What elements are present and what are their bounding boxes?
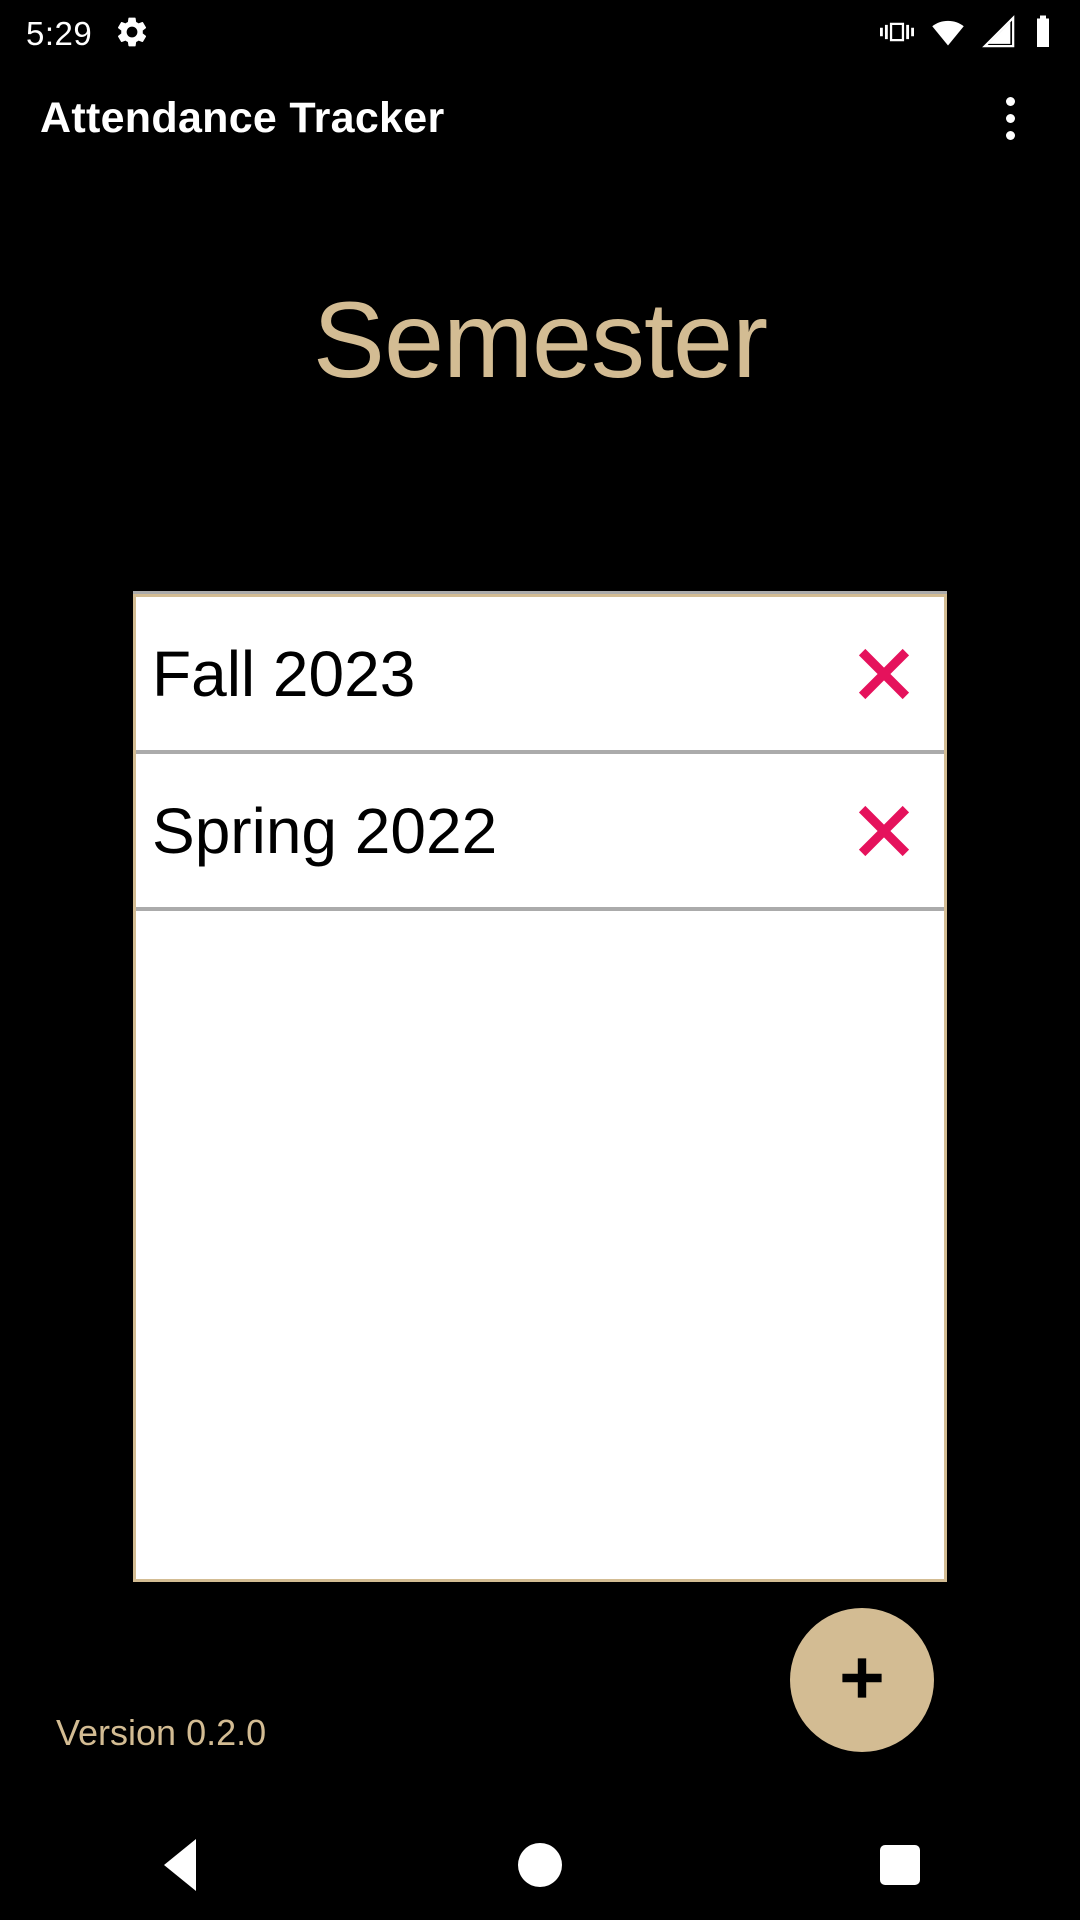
wifi-icon <box>930 14 966 55</box>
nav-recents-button[interactable] <box>825 1810 975 1920</box>
status-bar-right-icons <box>880 14 1054 55</box>
settings-gear-icon <box>114 14 150 55</box>
battery-icon <box>1032 14 1054 55</box>
nav-home-button[interactable] <box>465 1810 615 1920</box>
vibrate-mode-icon <box>880 15 914 54</box>
x-close-icon[interactable] <box>824 752 944 909</box>
navigation-bar <box>0 1810 1080 1920</box>
semester-name-label: Fall 2023 <box>152 637 416 710</box>
recents-square-icon <box>880 1845 920 1885</box>
home-circle-icon <box>518 1843 562 1887</box>
add-semester-button[interactable] <box>790 1608 934 1752</box>
nav-back-button[interactable] <box>105 1810 255 1920</box>
app-bar: Attendance Tracker <box>0 68 1080 168</box>
status-bar-left-icons <box>114 14 150 55</box>
list-item[interactable]: Spring 2022 <box>136 754 944 911</box>
back-triangle-icon <box>164 1839 196 1891</box>
list-item[interactable]: Fall 2023 <box>136 597 944 754</box>
semester-list: Fall 2023 Spring 2022 <box>133 594 947 1582</box>
app-bar-title: Attendance Tracker <box>40 93 445 142</box>
semester-name-label: Spring 2022 <box>152 794 498 867</box>
status-bar: 5:29 <box>0 0 1080 68</box>
overflow-dot <box>1005 130 1015 140</box>
app-screen: 5:29 Attendance Tracker Semester Fall 20… <box>0 0 1080 1920</box>
more-vertical-icon[interactable] <box>980 81 1040 155</box>
overflow-dot <box>1005 113 1015 123</box>
cellular-signal-icon <box>982 14 1016 54</box>
x-close-icon[interactable] <box>824 597 944 752</box>
status-bar-clock: 5:29 <box>26 15 93 52</box>
version-label: Version 0.2.0 <box>56 1712 267 1753</box>
page-title: Semester <box>312 279 768 400</box>
overflow-dot <box>1005 96 1015 106</box>
plus-icon <box>834 1650 890 1711</box>
